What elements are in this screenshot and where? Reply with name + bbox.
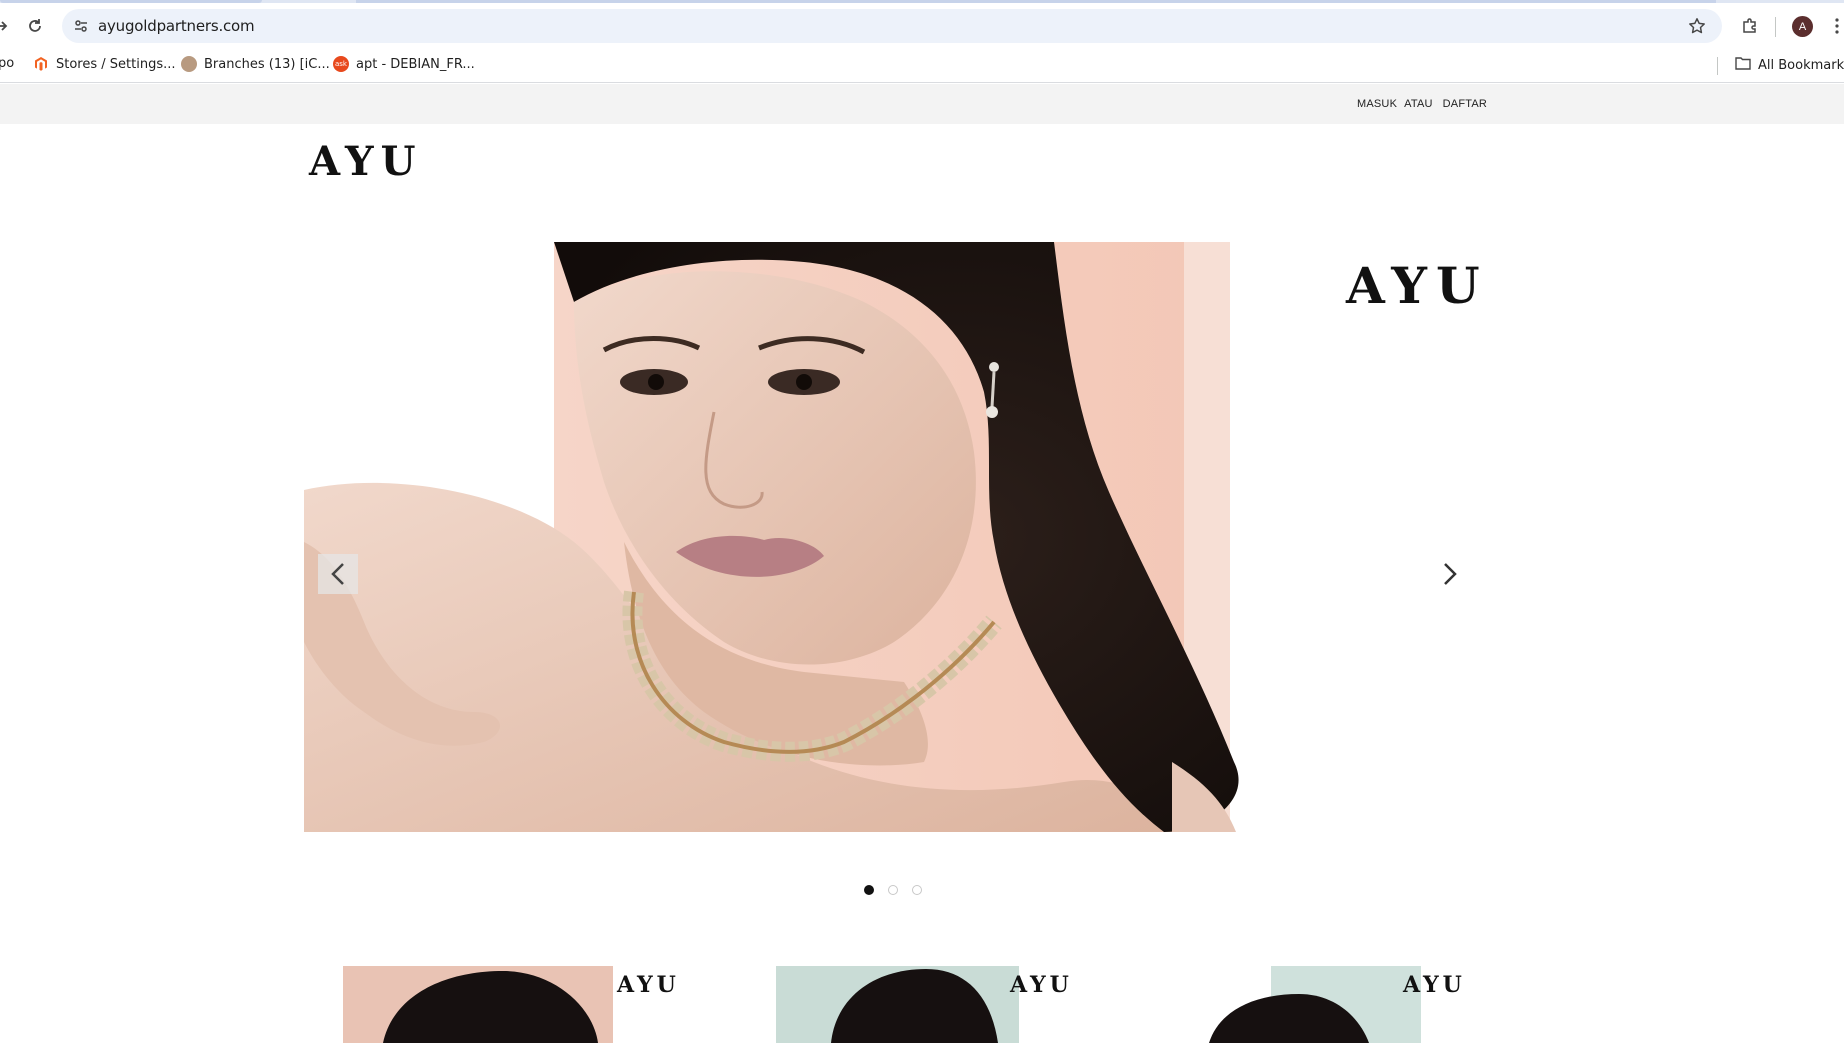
- site-info-icon[interactable]: [70, 15, 92, 37]
- more-menu-icon[interactable]: [1830, 14, 1844, 38]
- bookmark-item[interactable]: Branches (13) [iC...: [181, 56, 330, 72]
- all-bookmarks-label: All Bookmarks: [1758, 57, 1844, 73]
- promo-banner-3[interactable]: AYU: [1129, 966, 1463, 1043]
- site-logo[interactable]: AYU: [309, 138, 422, 185]
- bookmark-item[interactable]: po: [0, 56, 14, 71]
- branches-icon: [181, 56, 197, 72]
- chevron-right-icon: [1444, 563, 1457, 585]
- bookmark-item[interactable]: ask apt - DEBIAN_FR...: [333, 56, 475, 72]
- register-link[interactable]: DAFTAR: [1443, 98, 1487, 110]
- carousel-prev-button[interactable]: [318, 554, 358, 594]
- promo-brand-text: AYU: [1010, 972, 1070, 998]
- promo-brand-text: AYU: [1403, 972, 1463, 998]
- bookmarks-separator: [1717, 57, 1718, 75]
- bookmark-label: Branches (13) [iC...: [204, 56, 330, 72]
- chevron-left-icon: [331, 563, 344, 585]
- carousel-dot-3[interactable]: [912, 885, 922, 895]
- bookmark-star-icon[interactable]: [1686, 15, 1708, 37]
- extensions-icon[interactable]: [1738, 14, 1762, 38]
- address-bar[interactable]: ayugoldpartners.com: [62, 9, 1722, 43]
- promo-banner-1[interactable]: AYU: [343, 966, 677, 1043]
- carousel-next-button[interactable]: [1430, 554, 1470, 594]
- hero-brand-text: AYU: [1346, 256, 1484, 315]
- carousel-dot-1[interactable]: [864, 885, 874, 895]
- hero-carousel: AYU: [304, 242, 1484, 832]
- reload-icon[interactable]: [23, 14, 47, 38]
- bookmarks-bar: po Stores / Settings... Branches (13) [i…: [0, 49, 1844, 83]
- bookmark-label: apt - DEBIAN_FR...: [356, 56, 475, 72]
- all-bookmarks-button[interactable]: All Bookmarks: [1735, 56, 1844, 74]
- url-text[interactable]: ayugoldpartners.com: [98, 17, 255, 35]
- folder-icon: [1735, 56, 1751, 74]
- hero-image: [304, 242, 1484, 832]
- carousel-dot-2[interactable]: [888, 885, 898, 895]
- askubuntu-icon: ask: [333, 56, 349, 72]
- browser-toolbar: ayugoldpartners.com A: [0, 3, 1844, 49]
- toolbar-separator: [1775, 17, 1776, 37]
- bookmark-label: Stores / Settings...: [56, 56, 176, 72]
- magento-icon: [33, 56, 49, 72]
- promo-brand-text: AYU: [617, 972, 677, 998]
- promo-banner-2[interactable]: AYU: [736, 966, 1070, 1043]
- account-links: MASUK ATAU DAFTAR: [1357, 98, 1487, 110]
- bookmark-item[interactable]: Stores / Settings...: [33, 56, 176, 72]
- carousel-dots: [864, 885, 922, 895]
- site-top-bar: MASUK ATAU DAFTAR: [0, 84, 1844, 124]
- login-link[interactable]: MASUK: [1357, 98, 1397, 110]
- profile-avatar[interactable]: A: [1792, 16, 1813, 37]
- forward-icon[interactable]: [0, 14, 14, 38]
- bookmark-label: po: [0, 56, 15, 71]
- or-text: ATAU: [1404, 98, 1433, 110]
